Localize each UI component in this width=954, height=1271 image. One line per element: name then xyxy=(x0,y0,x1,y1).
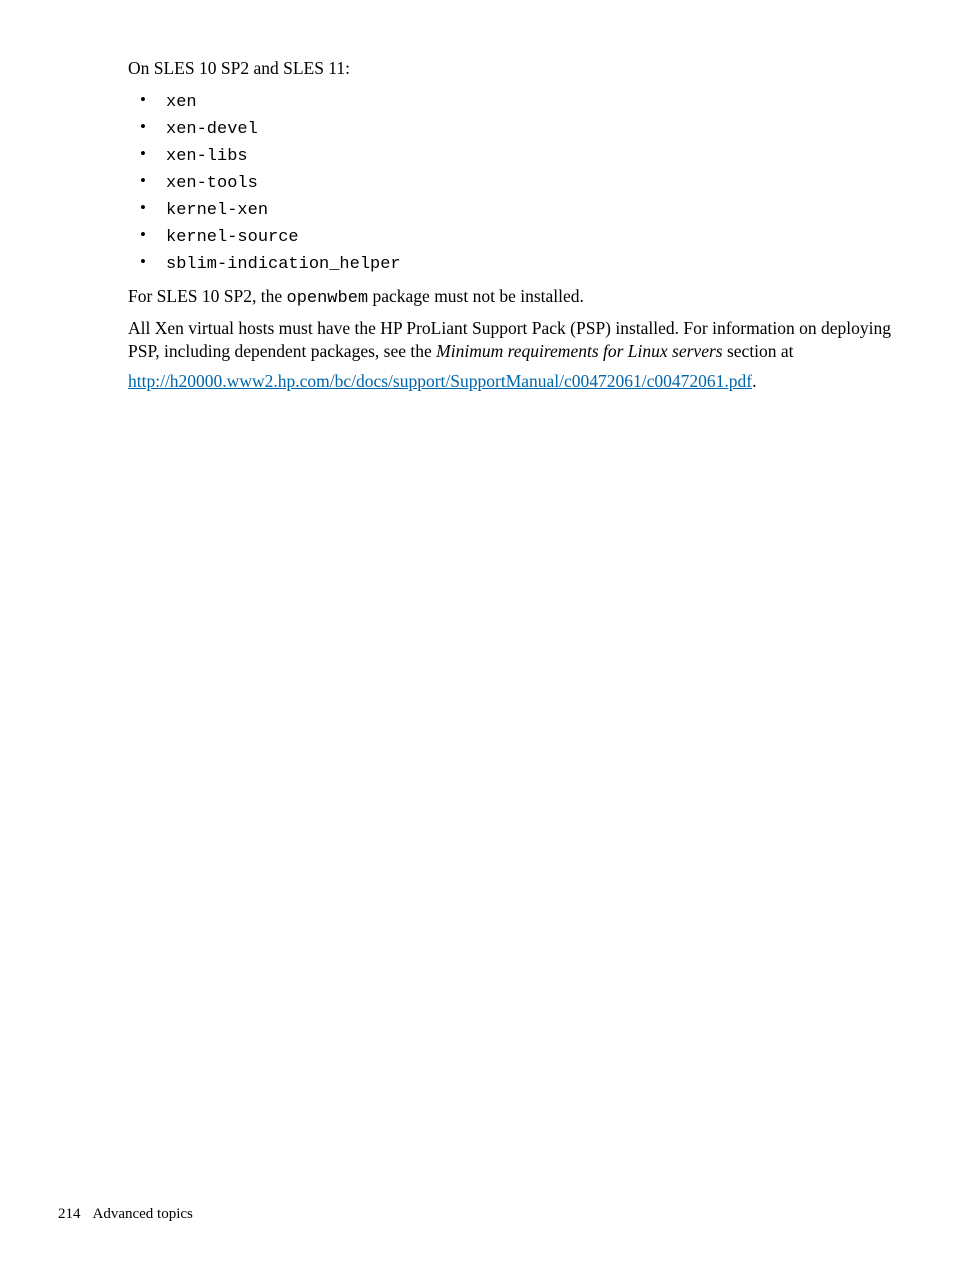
openwbem-mono: openwbem xyxy=(287,289,369,308)
list-item: xen-tools xyxy=(138,170,896,196)
package-name: kernel-source xyxy=(166,228,299,247)
intro-text: On SLES 10 SP2 and SLES 11: xyxy=(128,58,896,79)
list-item: xen-libs xyxy=(138,143,896,169)
package-name: kernel-xen xyxy=(166,201,268,220)
list-item: xen-devel xyxy=(138,116,896,142)
package-name: xen-devel xyxy=(166,120,258,139)
text-period: . xyxy=(752,371,756,391)
package-list: xen xen-devel xen-libs xen-tools kernel-… xyxy=(138,89,896,277)
italic-reference: Minimum requirements for Linux servers xyxy=(436,341,722,361)
package-name: xen-tools xyxy=(166,174,258,193)
section-title: Advanced topics xyxy=(93,1206,193,1222)
paragraph-link: http://h20000.www2.hp.com/bc/docs/suppor… xyxy=(128,370,896,392)
page-footer: 214 Advanced topics xyxy=(58,1206,193,1223)
page-content: On SLES 10 SP2 and SLES 11: xen xen-deve… xyxy=(0,0,954,392)
paragraph-openwbem: For SLES 10 SP2, the openwbem package mu… xyxy=(128,285,896,310)
list-item: kernel-source xyxy=(138,224,896,250)
page-number: 214 xyxy=(58,1206,81,1222)
package-name: xen-libs xyxy=(166,147,248,166)
support-manual-link[interactable]: http://h20000.www2.hp.com/bc/docs/suppor… xyxy=(128,371,752,391)
text-span: For SLES 10 SP2, the xyxy=(128,286,287,306)
text-span: section at xyxy=(723,341,794,361)
package-name: xen xyxy=(166,93,197,112)
list-item: kernel-xen xyxy=(138,197,896,223)
list-item: xen xyxy=(138,89,896,115)
list-item: sblim-indication_helper xyxy=(138,251,896,277)
package-name: sblim-indication_helper xyxy=(166,255,401,274)
paragraph-psp: All Xen virtual hosts must have the HP P… xyxy=(128,317,896,362)
text-span: package must not be installed. xyxy=(368,286,584,306)
